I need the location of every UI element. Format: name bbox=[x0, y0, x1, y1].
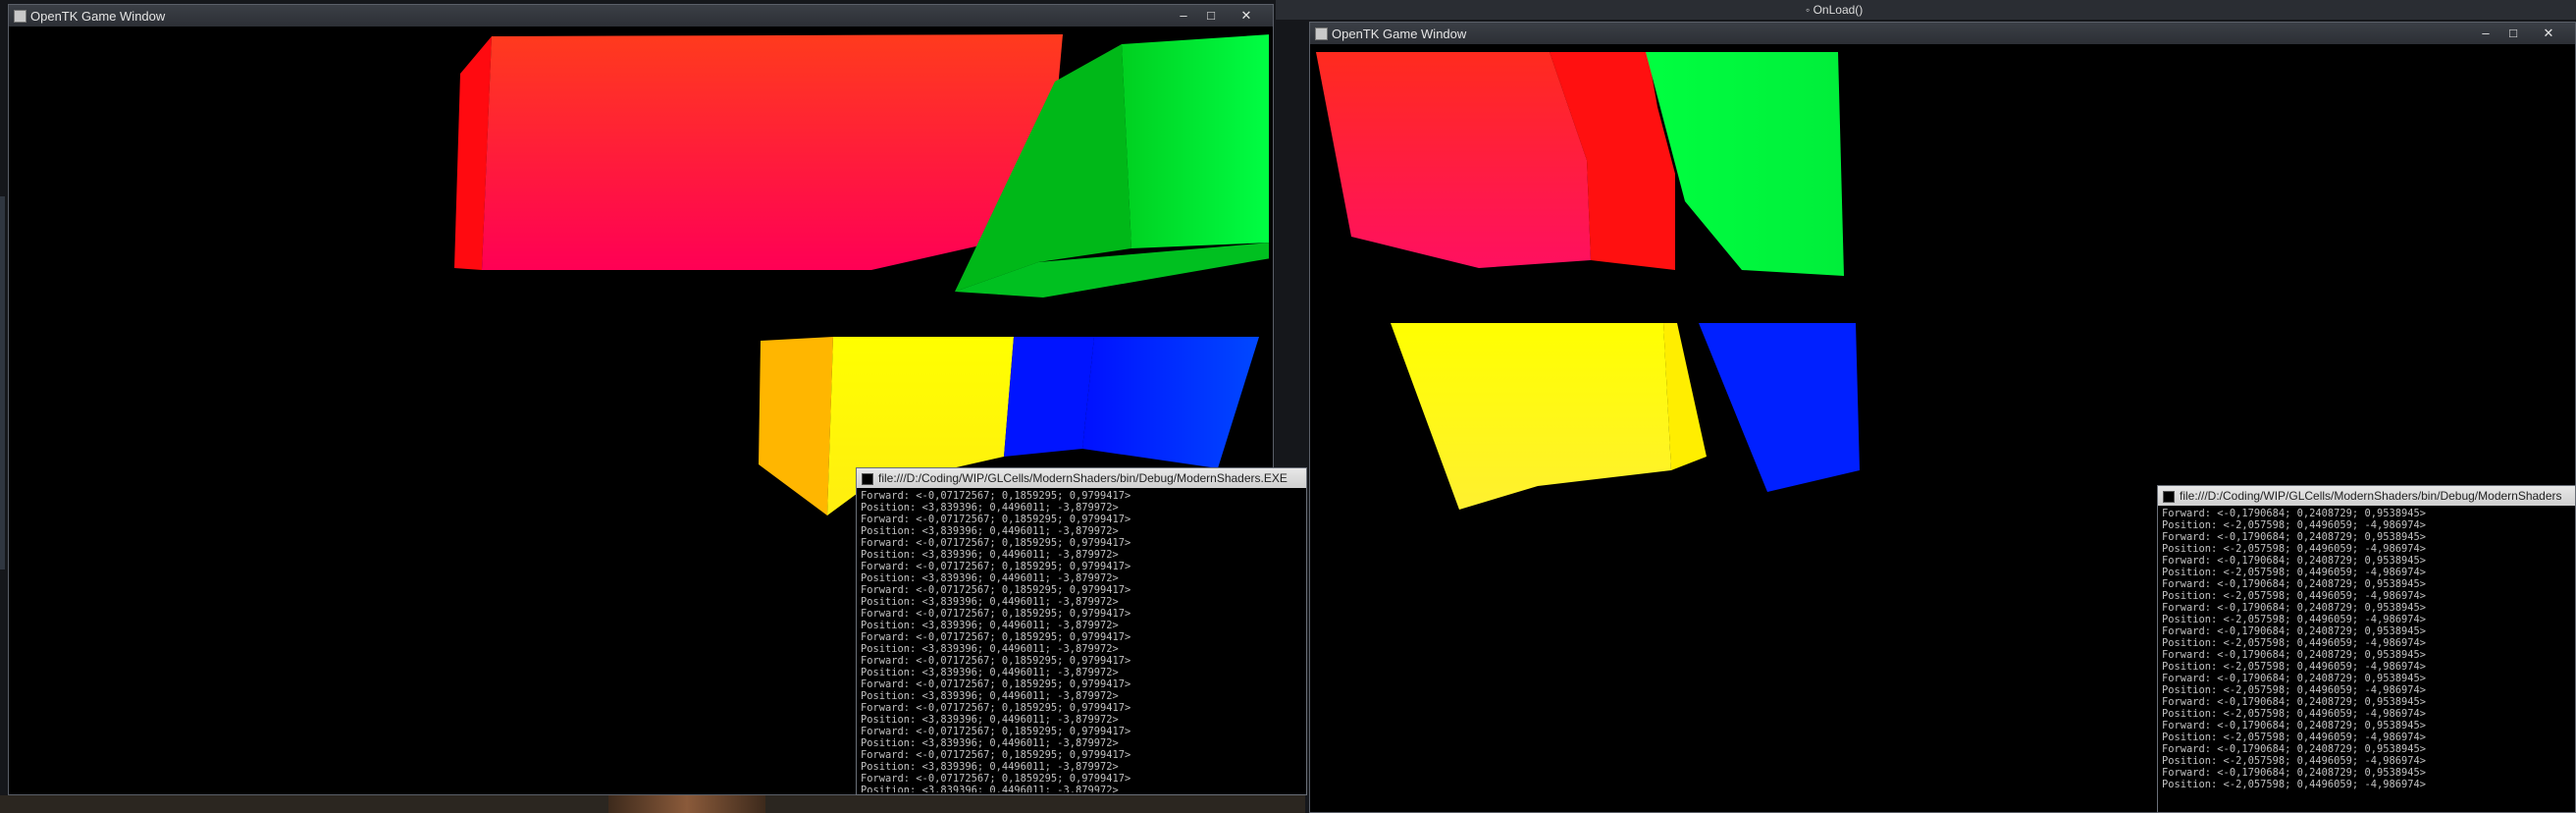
console-line: Position: <3,839396; 0,4496011; -3,87997… bbox=[861, 502, 1119, 514]
blue-cube-front bbox=[1699, 323, 1860, 492]
console-line: Forward: <-0,07172567; 0,1859295; 0,9799… bbox=[861, 726, 1131, 737]
console-line: Position: <-2,057598; 0,4496059; -4,9869… bbox=[2162, 661, 2426, 673]
console-titlebar[interactable]: file:///D:/Coding/WIP/GLCells/ModernShad… bbox=[2158, 486, 2575, 506]
console-line: Position: <3,839396; 0,4496011; -3,87997… bbox=[861, 620, 1119, 631]
console-line: Position: <3,839396; 0,4496011; -3,87997… bbox=[861, 572, 1119, 584]
console-line: Forward: <-0,07172567; 0,1859295; 0,9799… bbox=[861, 655, 1131, 667]
orange-cube-side bbox=[759, 337, 833, 515]
app-icon bbox=[1315, 27, 1328, 40]
app-icon bbox=[14, 10, 26, 23]
console-line: Position: <-2,057598; 0,4496059; -4,9869… bbox=[2162, 755, 2426, 767]
console-line: Position: <-2,057598; 0,4496059; -4,9869… bbox=[2162, 543, 2426, 555]
console-line: Position: <3,839396; 0,4496011; -3,87997… bbox=[861, 785, 1119, 792]
background-strip bbox=[0, 795, 1305, 813]
window-titlebar[interactable]: OpenTK Game Window ‒ □ ✕ bbox=[1310, 23, 2575, 44]
console-line: Position: <-2,057598; 0,4496059; -4,9869… bbox=[2162, 614, 2426, 625]
console-line: Position: <3,839396; 0,4496011; -3,87997… bbox=[861, 690, 1119, 702]
function-label: OnLoad() bbox=[1813, 3, 1864, 17]
console-titlebar[interactable]: file:///D:/Coding/WIP/GLCells/ModernShad… bbox=[857, 468, 1306, 488]
console-line: Position: <3,839396; 0,4496011; -3,87997… bbox=[861, 761, 1119, 773]
window-titlebar[interactable]: OpenTK Game Window ‒ □ ✕ bbox=[9, 5, 1273, 27]
window-title: OpenTK Game Window bbox=[1332, 27, 1467, 41]
console-line: Forward: <-0,1790684; 0,2408729; 0,95389… bbox=[2162, 673, 2426, 684]
green-cube-front bbox=[1122, 34, 1269, 248]
console-line: Forward: <-0,07172567; 0,1859295; 0,9799… bbox=[861, 584, 1131, 596]
console-title: file:///D:/Coding/WIP/GLCells/ModernShad… bbox=[2180, 489, 2562, 503]
console-line: Forward: <-0,07172567; 0,1859295; 0,9799… bbox=[861, 608, 1131, 620]
console-line: Forward: <-0,07172567; 0,1859295; 0,9799… bbox=[861, 773, 1131, 785]
console-line: Position: <3,839396; 0,4496011; -3,87997… bbox=[861, 714, 1119, 726]
console-line: Position: <3,839396; 0,4496011; -3,87997… bbox=[861, 667, 1119, 678]
console-icon bbox=[862, 473, 873, 485]
console-line: Forward: <-0,07172567; 0,1859295; 0,9799… bbox=[861, 678, 1131, 690]
minimize-button[interactable]: ‒ bbox=[1171, 7, 1196, 24]
console-output[interactable]: Forward: <-0,07172567; 0,1859295; 0,9799… bbox=[861, 490, 1302, 792]
console-line: Forward: <-0,07172567; 0,1859295; 0,9799… bbox=[861, 490, 1131, 502]
console-line: Forward: <-0,07172567; 0,1859295; 0,9799… bbox=[861, 537, 1131, 549]
window-title: OpenTK Game Window bbox=[30, 9, 166, 24]
console-line: Forward: <-0,1790684; 0,2408729; 0,95389… bbox=[2162, 743, 2426, 755]
console-line: Position: <-2,057598; 0,4496059; -4,9869… bbox=[2162, 779, 2426, 790]
console-line: Forward: <-0,07172567; 0,1859295; 0,9799… bbox=[861, 561, 1131, 572]
blue-cube-front bbox=[1082, 337, 1259, 468]
console-line: Forward: <-0,07172567; 0,1859295; 0,9799… bbox=[861, 702, 1131, 714]
console-line: Forward: <-0,1790684; 0,2408729; 0,95389… bbox=[2162, 649, 2426, 661]
console-line: Forward: <-0,07172567; 0,1859295; 0,9799… bbox=[861, 631, 1131, 643]
console-output[interactable]: Forward: <-0,1790684; 0,2408729; 0,95389… bbox=[2162, 508, 2571, 810]
console-icon bbox=[2163, 491, 2175, 503]
close-button[interactable]: ✕ bbox=[1234, 7, 1259, 24]
console-line: Position: <3,839396; 0,4496011; -3,87997… bbox=[861, 737, 1119, 749]
console-line: Position: <-2,057598; 0,4496059; -4,9869… bbox=[2162, 732, 2426, 743]
console-line: Forward: <-0,1790684; 0,2408729; 0,95389… bbox=[2162, 696, 2426, 708]
background-image bbox=[608, 795, 765, 813]
red-cube-front bbox=[1316, 52, 1591, 268]
console-line: Forward: <-0,1790684; 0,2408729; 0,95389… bbox=[2162, 555, 2426, 567]
console-line: Position: <3,839396; 0,4496011; -3,87997… bbox=[861, 549, 1119, 561]
yellow-cube-front bbox=[1391, 323, 1671, 510]
console-line: Forward: <-0,07172567; 0,1859295; 0,9799… bbox=[861, 749, 1131, 761]
console-line: Forward: <-0,1790684; 0,2408729; 0,95389… bbox=[2162, 602, 2426, 614]
console-line: Forward: <-0,1790684; 0,2408729; 0,95389… bbox=[2162, 625, 2426, 637]
console-line: Position: <3,839396; 0,4496011; -3,87997… bbox=[861, 643, 1119, 655]
console-window-left[interactable]: file:///D:/Coding/WIP/GLCells/ModernShad… bbox=[856, 467, 1307, 795]
close-button[interactable]: ✕ bbox=[2536, 25, 2561, 41]
console-line: Position: <-2,057598; 0,4496059; -4,9869… bbox=[2162, 567, 2426, 578]
red-cube-front bbox=[482, 34, 1063, 270]
console-line: Forward: <-0,1790684; 0,2408729; 0,95389… bbox=[2162, 508, 2426, 519]
maximize-button[interactable]: □ bbox=[1198, 7, 1224, 24]
background-ide-edge bbox=[0, 196, 5, 569]
console-line: Position: <3,839396; 0,4496011; -3,87997… bbox=[861, 596, 1119, 608]
console-line: Forward: <-0,1790684; 0,2408729; 0,95389… bbox=[2162, 531, 2426, 543]
console-title: file:///D:/Coding/WIP/GLCells/ModernShad… bbox=[878, 471, 1288, 485]
console-window-right[interactable]: file:///D:/Coding/WIP/GLCells/ModernShad… bbox=[2157, 485, 2576, 813]
blue-cube-left bbox=[1004, 337, 1094, 457]
function-dropdown[interactable]: ◦ OnLoad() bbox=[1806, 3, 1863, 17]
console-line: Position: <-2,057598; 0,4496059; -4,9869… bbox=[2162, 519, 2426, 531]
green-cube-front bbox=[1646, 52, 1844, 276]
console-line: Forward: <-0,1790684; 0,2408729; 0,95389… bbox=[2162, 767, 2426, 779]
console-line: Forward: <-0,1790684; 0,2408729; 0,95389… bbox=[2162, 720, 2426, 732]
console-line: Position: <-2,057598; 0,4496059; -4,9869… bbox=[2162, 590, 2426, 602]
console-line: Forward: <-0,07172567; 0,1859295; 0,9799… bbox=[861, 514, 1131, 525]
ide-topbar: ◦ OnLoad() bbox=[1276, 0, 2576, 20]
console-line: Position: <-2,057598; 0,4496059; -4,9869… bbox=[2162, 637, 2426, 649]
minimize-button[interactable]: ‒ bbox=[2473, 25, 2498, 41]
console-line: Position: <3,839396; 0,4496011; -3,87997… bbox=[861, 525, 1119, 537]
console-line: Position: <-2,057598; 0,4496059; -4,9869… bbox=[2162, 684, 2426, 696]
console-line: Position: <-2,057598; 0,4496059; -4,9869… bbox=[2162, 708, 2426, 720]
maximize-button[interactable]: □ bbox=[2500, 25, 2526, 41]
console-line: Forward: <-0,1790684; 0,2408729; 0,95389… bbox=[2162, 578, 2426, 590]
